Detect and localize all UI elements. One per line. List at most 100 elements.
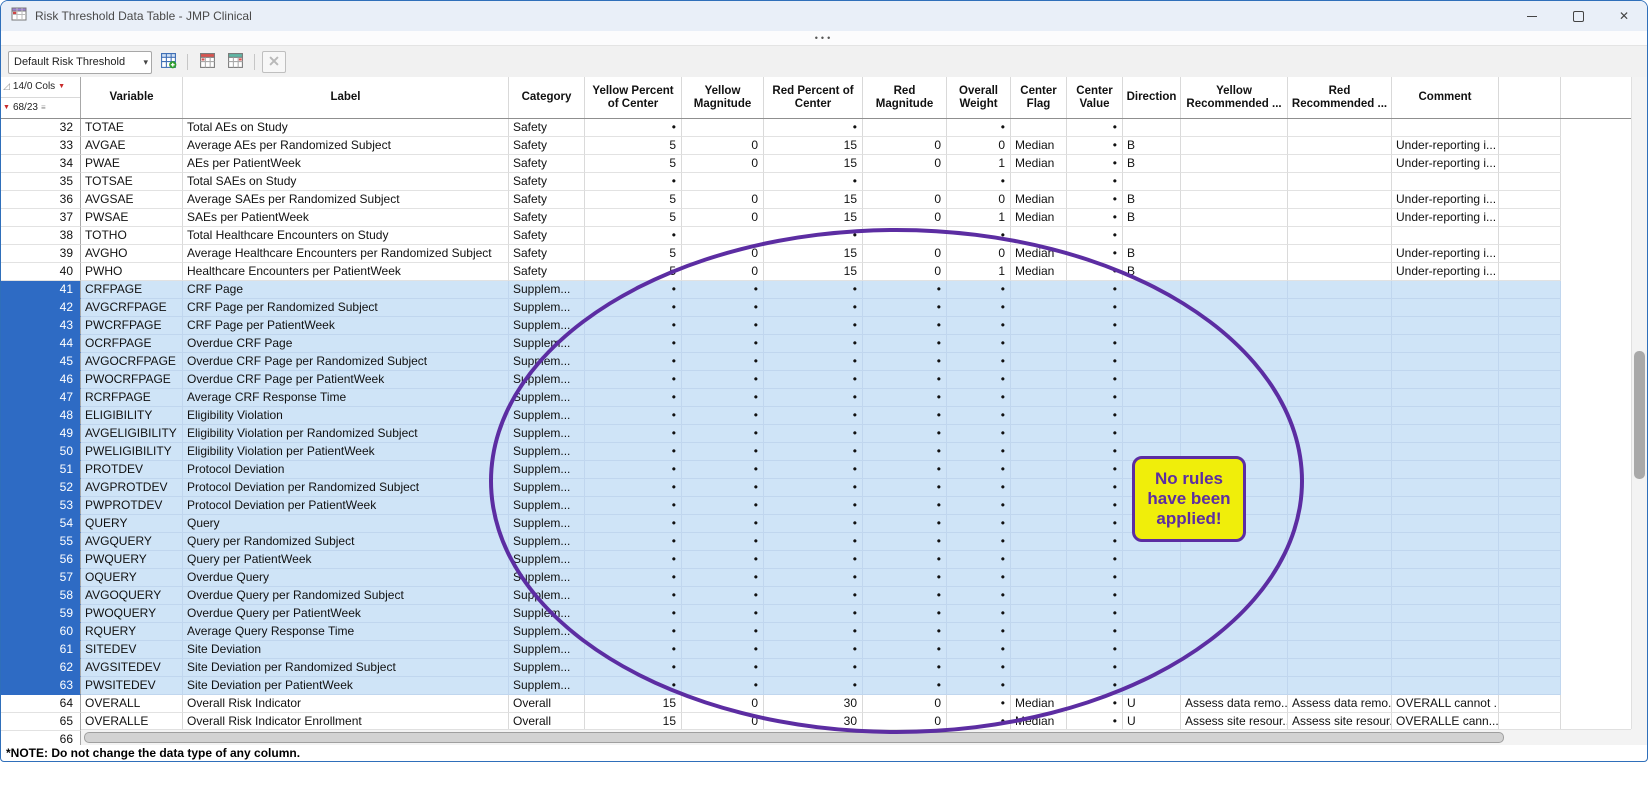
horizontal-scrollbar-thumb[interactable] — [84, 732, 1504, 743]
cell-variable[interactable]: AVGELIGIBILITY — [81, 425, 183, 443]
cell-category[interactable]: Supplem... — [509, 281, 585, 299]
cell-center_value[interactable]: • — [1067, 353, 1123, 371]
cell-comment[interactable] — [1392, 119, 1499, 137]
cell-direction[interactable] — [1123, 353, 1181, 371]
row-number[interactable]: 44 — [1, 335, 81, 353]
cell-direction[interactable] — [1123, 533, 1181, 551]
cell-yellow_mag[interactable]: • — [682, 281, 764, 299]
row-number[interactable]: 60 — [1, 623, 81, 641]
cell-comment[interactable] — [1392, 623, 1499, 641]
cell-comment[interactable]: Under-reporting i... — [1392, 137, 1499, 155]
rows-red-triangle-icon[interactable]: ▼ — [3, 104, 10, 111]
cell-variable[interactable]: AVGSITEDEV — [81, 659, 183, 677]
cell-comment[interactable]: Under-reporting i... — [1392, 245, 1499, 263]
cell-center_value[interactable]: • — [1067, 551, 1123, 569]
cell-overall_weight[interactable]: • — [947, 425, 1011, 443]
cell-center_value[interactable]: • — [1067, 443, 1123, 461]
cell-center_value[interactable]: • — [1067, 389, 1123, 407]
cell-label[interactable]: Average SAEs per Randomized Subject — [183, 191, 509, 209]
cell-comment[interactable] — [1392, 299, 1499, 317]
cell-yellow_pct[interactable]: 5 — [585, 245, 682, 263]
cell-variable[interactable]: PWAE — [81, 155, 183, 173]
cell-label[interactable]: CRF Page per PatientWeek — [183, 317, 509, 335]
cell-red_mag[interactable]: 0 — [863, 191, 947, 209]
cell-red_mag[interactable]: • — [863, 443, 947, 461]
cell-overall_weight[interactable]: • — [947, 659, 1011, 677]
cell-yellow_pct[interactable]: • — [585, 281, 682, 299]
cell-direction[interactable] — [1123, 317, 1181, 335]
save-threshold-table-button[interactable] — [195, 51, 219, 73]
cell-variable[interactable]: OQUERY — [81, 569, 183, 587]
cell-category[interactable]: Supplem... — [509, 299, 585, 317]
cell-yellow_mag[interactable]: • — [682, 317, 764, 335]
cell-center_flag[interactable] — [1011, 677, 1067, 695]
cell-overall_weight[interactable]: • — [947, 461, 1011, 479]
cell-overall_weight[interactable]: • — [947, 587, 1011, 605]
cell-yellow_pct[interactable]: • — [585, 515, 682, 533]
cell-red_mag[interactable]: • — [863, 551, 947, 569]
row-number[interactable]: 54 — [1, 515, 81, 533]
cell-yellow_mag[interactable]: 0 — [682, 191, 764, 209]
cell-center_flag[interactable] — [1011, 371, 1067, 389]
cell-red_pct[interactable]: • — [764, 443, 863, 461]
cell-category[interactable]: Supplem... — [509, 317, 585, 335]
cell-yellow_mag[interactable]: • — [682, 371, 764, 389]
cell-direction[interactable]: B — [1123, 137, 1181, 155]
cell-category[interactable]: Safety — [509, 119, 585, 137]
cell-center_flag[interactable] — [1011, 479, 1067, 497]
cell-label[interactable]: Healthcare Encounters per PatientWeek — [183, 263, 509, 281]
cell-yellow_mag[interactable]: • — [682, 623, 764, 641]
cell-yellow_pct[interactable]: • — [585, 659, 682, 677]
cell-yellow_pct[interactable]: 5 — [585, 137, 682, 155]
cell-center_value[interactable]: • — [1067, 281, 1123, 299]
cell-red_rec[interactable] — [1288, 551, 1392, 569]
delete-threshold-button[interactable] — [262, 51, 286, 73]
cell-variable[interactable]: ELIGIBILITY — [81, 407, 183, 425]
cell-direction[interactable] — [1123, 497, 1181, 515]
cell-yellow_pct[interactable]: • — [585, 677, 682, 695]
cell-variable[interactable]: QUERY — [81, 515, 183, 533]
cell-yellow_pct[interactable]: 5 — [585, 191, 682, 209]
cell-red_mag[interactable]: 0 — [863, 137, 947, 155]
cell-overall_weight[interactable]: 1 — [947, 209, 1011, 227]
cell-red_mag[interactable]: • — [863, 371, 947, 389]
cell-red_pct[interactable]: • — [764, 677, 863, 695]
cell-direction[interactable] — [1123, 173, 1181, 191]
cell-yellow_rec[interactable] — [1181, 641, 1288, 659]
cell-red_mag[interactable]: • — [863, 317, 947, 335]
cell-label[interactable]: Overdue CRF Page per PatientWeek — [183, 371, 509, 389]
cell-center_value[interactable]: • — [1067, 191, 1123, 209]
cell-yellow_rec[interactable] — [1181, 497, 1288, 515]
cell-center_flag[interactable]: Median — [1011, 155, 1067, 173]
cell-yellow_pct[interactable]: • — [585, 227, 682, 245]
cell-yellow_rec[interactable] — [1181, 623, 1288, 641]
cell-yellow_mag[interactable]: 0 — [682, 263, 764, 281]
cell-red_pct[interactable]: • — [764, 623, 863, 641]
cell-yellow_rec[interactable] — [1181, 533, 1288, 551]
row-number[interactable]: 64 — [1, 695, 81, 713]
row-number[interactable]: 35 — [1, 173, 81, 191]
cell-direction[interactable] — [1123, 515, 1181, 533]
cell-red_pct[interactable]: • — [764, 479, 863, 497]
cell-center_flag[interactable] — [1011, 299, 1067, 317]
cell-category[interactable]: Safety — [509, 209, 585, 227]
cell-yellow_rec[interactable] — [1181, 677, 1288, 695]
cell-red_pct[interactable]: 15 — [764, 155, 863, 173]
row-number[interactable]: 32 — [1, 119, 81, 137]
cell-red_mag[interactable] — [863, 173, 947, 191]
cell-category[interactable]: Supplem... — [509, 389, 585, 407]
close-button[interactable]: ✕ — [1601, 1, 1647, 31]
cell-red_mag[interactable]: • — [863, 281, 947, 299]
cell-yellow_pct[interactable]: 5 — [585, 209, 682, 227]
cell-center_value[interactable]: • — [1067, 173, 1123, 191]
cell-direction[interactable]: B — [1123, 155, 1181, 173]
cell-overall_weight[interactable]: • — [947, 515, 1011, 533]
cell-direction[interactable] — [1123, 587, 1181, 605]
cell-category[interactable]: Supplem... — [509, 569, 585, 587]
cell-red_pct[interactable]: • — [764, 641, 863, 659]
cell-red_rec[interactable] — [1288, 371, 1392, 389]
cell-yellow_mag[interactable]: • — [682, 515, 764, 533]
cell-direction[interactable]: B — [1123, 245, 1181, 263]
cell-label[interactable]: Overdue CRF Page per Randomized Subject — [183, 353, 509, 371]
cell-yellow_mag[interactable]: • — [682, 353, 764, 371]
